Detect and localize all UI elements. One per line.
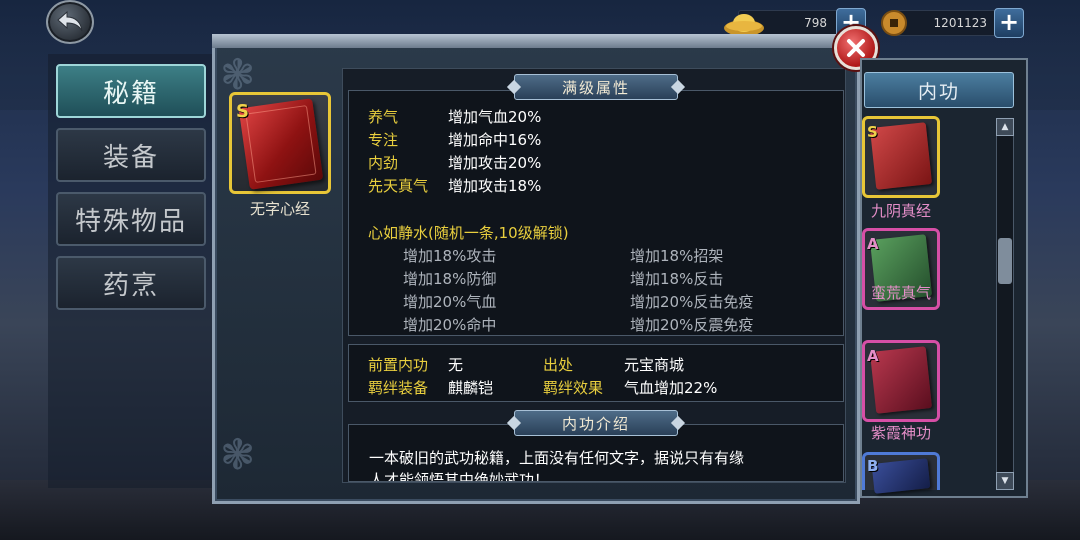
selected-item-slot[interactable]: S [229,92,331,194]
grade-badge: A [867,235,879,253]
back-arrow-icon [57,10,83,32]
category-tab-special-items[interactable]: 特殊物品 [56,192,206,246]
grade-badge: S [236,101,249,122]
list-item[interactable]: S [862,116,940,198]
prereq-value: 无 [448,356,464,374]
scroll-up-button[interactable]: ▲ [996,118,1014,136]
add-coin-button[interactable]: + [994,8,1024,38]
attribute-name: 内劲 [368,154,399,172]
max-attributes-header: 满级属性 [514,74,678,100]
intro-header: 内功介绍 [514,410,678,436]
attribute-row: 先天真气 增加攻击18% [368,175,668,197]
selected-item-name: 无字心经 [249,200,310,218]
intro-line-1: 一本破旧的武功秘籍，上面没有任何文字，据说只有有缘 [369,449,745,467]
red-book-icon [238,98,324,190]
book-icon [869,346,933,414]
intro-line-2: 人才能领悟其中绝妙武功！ [369,471,550,482]
attribute-row: 专注 增加命中16% [368,129,668,151]
bond-equip-label: 羁绊装备 [368,379,429,397]
window-title-bar [212,34,860,48]
list-item-name: 紫霞神功 [870,424,931,442]
list-item-name: 蛮荒真气 [870,284,931,302]
attribute-value: 增加攻击18% [448,177,542,195]
list-item-name: 九阴真经 [870,202,931,220]
cloud-ornament-icon: ❃ [220,430,256,479]
attribute-value: 增加命中16% [448,131,542,149]
source-value: 元宝商城 [624,356,685,374]
category-tab-secret-books[interactable]: 秘籍 [56,64,206,118]
random-bonus-title: 心如静水(随机一条,10级解锁) [368,224,569,242]
attribute-name: 专注 [368,131,399,149]
category-tab-cooking[interactable]: 药烹 [56,256,206,310]
coin-currency: 1201123 + [880,8,1024,38]
random-option: 增加18%防御 [403,270,497,288]
random-option: 增加18%招架 [630,247,724,265]
copper-coin-icon [881,10,907,36]
bond-effect-label: 羁绊效果 [543,379,604,397]
close-icon [847,39,865,57]
attribute-name: 先天真气 [368,177,429,195]
random-option: 增加20%命中 [403,316,497,334]
book-icon [869,122,933,190]
random-option: 增加20%反击免疫 [630,293,754,311]
grade-badge: S [867,123,878,141]
random-option: 增加18%攻击 [403,247,497,265]
attribute-row: 内劲 增加攻击20% [368,152,668,174]
grade-badge: B [867,457,879,475]
attribute-value: 增加气血20% [448,108,542,126]
grade-badge: A [867,347,879,365]
source-label: 出处 [543,356,574,374]
list-item[interactable]: B [862,452,940,494]
list-scrollbar[interactable] [996,118,1014,490]
attribute-name: 养气 [368,108,399,126]
random-option: 增加18%反击 [630,270,724,288]
list-item[interactable]: A [862,340,940,422]
bond-equip-value: 麒麟铠 [448,379,494,397]
prereq-label: 前置内功 [368,356,429,374]
back-button[interactable] [46,0,94,44]
attribute-row: 养气 增加气血20% [368,106,668,128]
random-option: 增加20%气血 [403,293,497,311]
bond-effect-value: 气血增加22% [624,379,718,397]
attribute-value: 增加攻击20% [448,154,542,172]
scroll-thumb[interactable] [998,238,1012,284]
category-tab-equipment[interactable]: 装备 [56,128,206,182]
tab-internal-skills[interactable]: 内功 [864,72,1014,108]
book-icon [871,458,931,494]
scroll-down-button[interactable]: ▼ [996,472,1014,490]
random-option: 增加20%反震免疫 [630,316,754,334]
